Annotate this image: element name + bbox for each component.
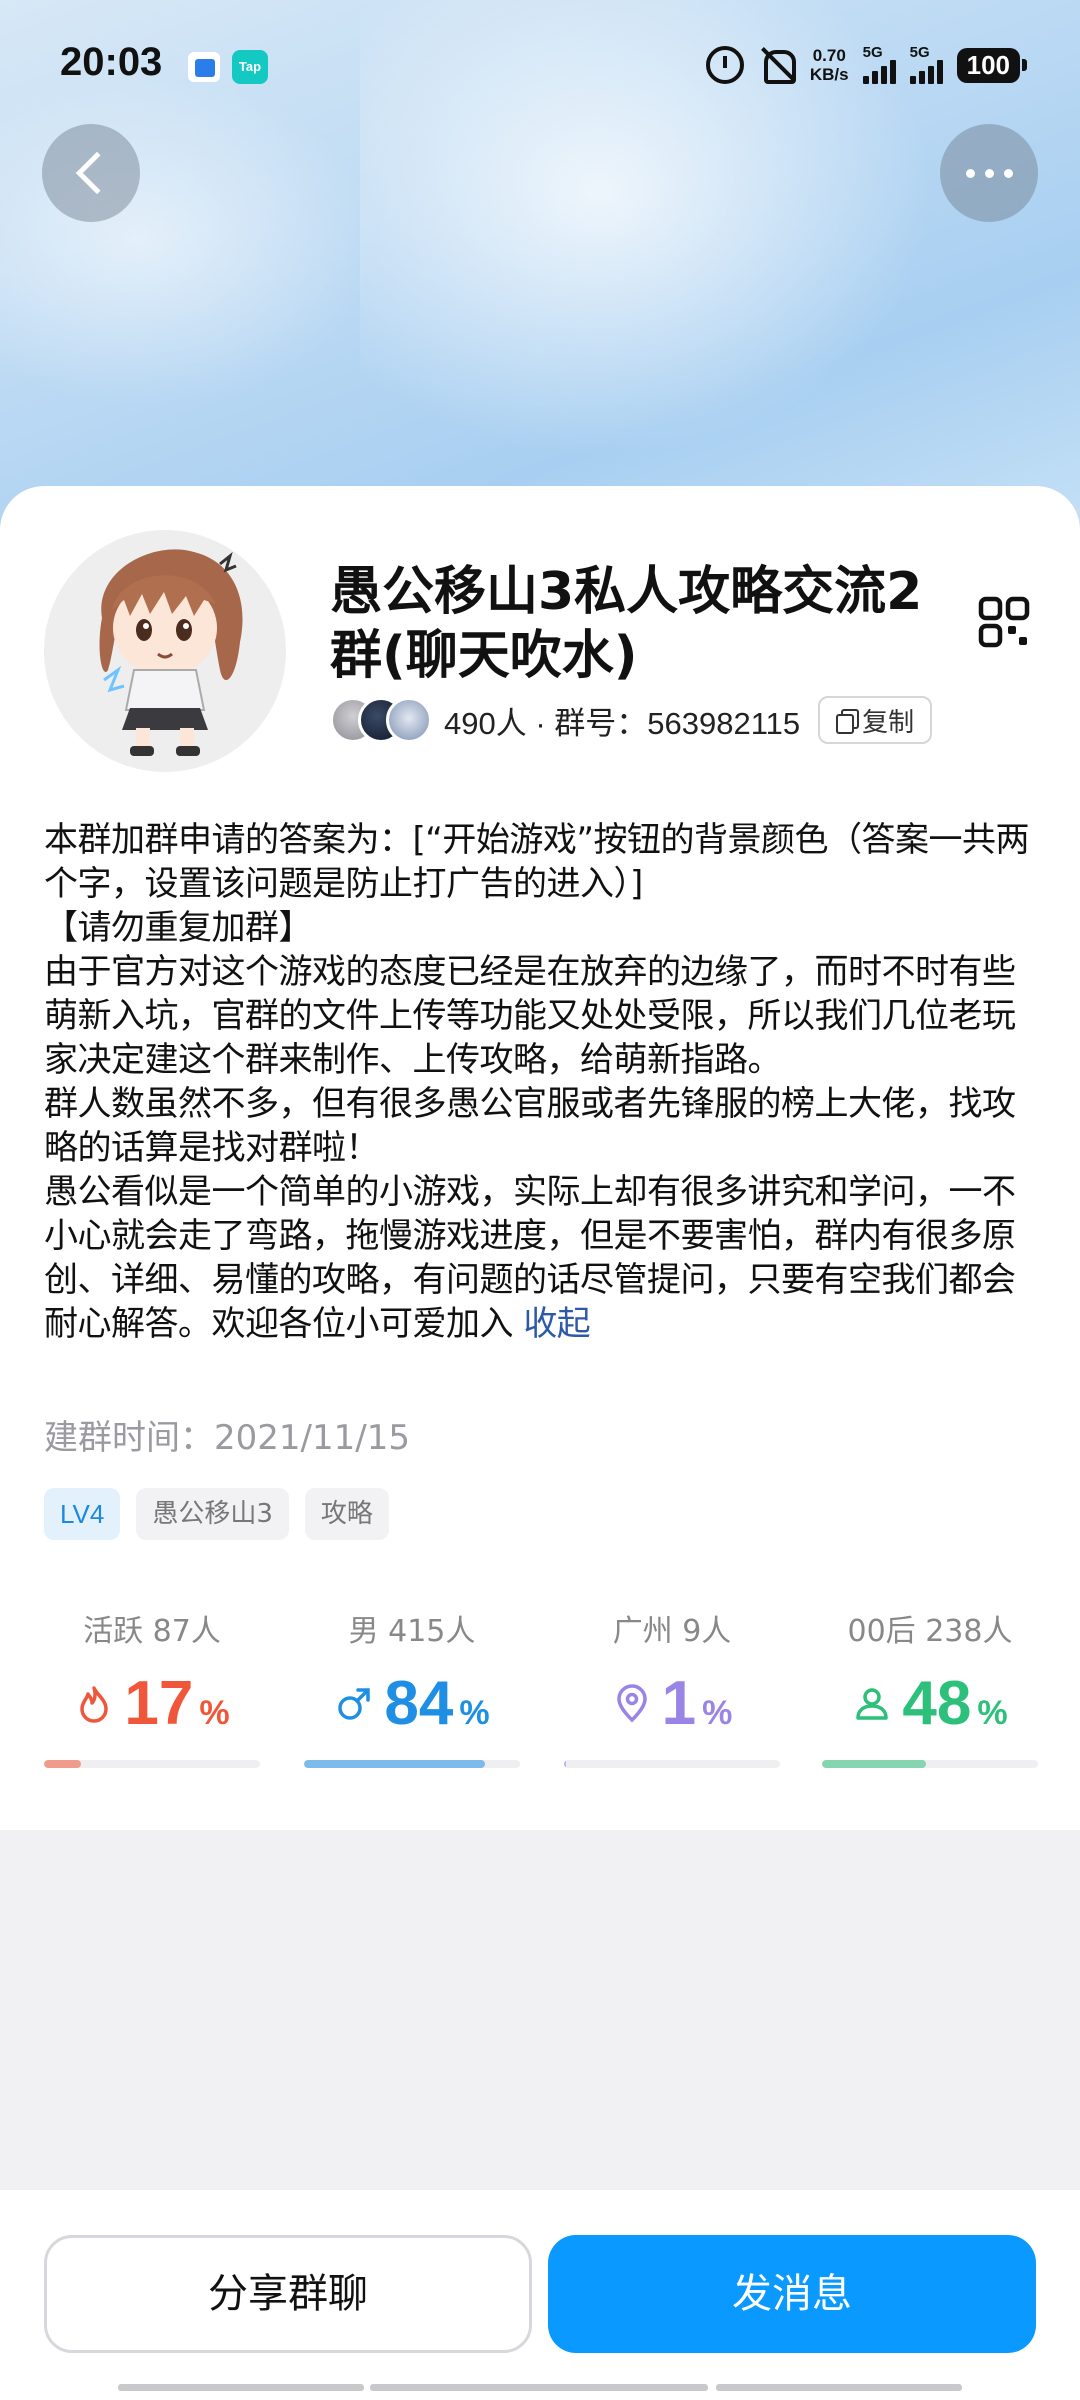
- collapse-link[interactable]: 收起: [523, 1304, 591, 1344]
- member-info-row: 490人 · 群号：563982115 复制: [330, 694, 933, 746]
- stat-unit: %: [702, 1694, 733, 1732]
- stat-label: 广州 9人: [612, 1614, 732, 1649]
- stat-active: 活跃 87人 17 %: [44, 1606, 260, 1768]
- copy-group-id-button[interactable]: 复制: [818, 696, 933, 744]
- group-introduction: 本群加群申请的答案为：[“开始游戏”按钮的背景颜色（答案一共两个字，设置该问题是…: [44, 818, 1042, 1346]
- game-tag[interactable]: 愚公移山3: [136, 1488, 289, 1540]
- copy-icon: [836, 709, 860, 734]
- stat-gender: 男 415人 84 %: [304, 1606, 520, 1768]
- bell-muted-icon: [758, 46, 796, 84]
- stat-value: 48: [902, 1669, 972, 1738]
- stat-location: 广州 9人 1 %: [564, 1606, 780, 1768]
- stat-label: 活跃 87人: [83, 1614, 221, 1649]
- stat-unit: %: [977, 1694, 1008, 1732]
- qr-code-icon[interactable]: [978, 596, 1030, 648]
- more-options-button[interactable]: [940, 124, 1038, 222]
- gesture-bar: [370, 2384, 708, 2391]
- intro-paragraph: 本群加群申请的答案为：[“开始游戏”按钮的背景颜色（答案一共两个字，设置该问题是…: [44, 820, 1030, 904]
- stat-label: 00后 238人: [847, 1614, 1013, 1649]
- status-time: 20:03: [60, 40, 163, 84]
- category-tag[interactable]: 攻略: [304, 1488, 389, 1540]
- network-speed: 0.70 KB/s: [809, 46, 849, 84]
- signal-strength-icon-2: 5G: [909, 44, 943, 84]
- intro-paragraph-last: 愚公看似是一个简单的小游戏，实际上却有很多讲究和学问，一不小心就会走了弯路，拖慢…: [44, 1172, 1016, 1344]
- member-avatar: [386, 697, 432, 743]
- stat-progress-bar: [822, 1760, 1038, 1768]
- stat-value: 17: [124, 1669, 194, 1738]
- taptap-notification-icon: Tap: [232, 50, 268, 84]
- status-bar: 20:03 Tap 0.70 KB/s 5G 5G 100: [0, 0, 1080, 130]
- bottom-action-bar: 分享群聊 发消息: [0, 2190, 1080, 2400]
- signal-strength-icon: 5G: [862, 44, 896, 84]
- group-tags: LV4 愚公移山3 攻略: [44, 1488, 389, 1540]
- stat-unit: %: [459, 1694, 490, 1732]
- creation-date: 建群时间：2021/11/15: [44, 1418, 410, 1458]
- share-group-button[interactable]: 分享群聊: [44, 2235, 532, 2353]
- chevron-left-icon: [75, 151, 119, 195]
- male-icon: [334, 1684, 374, 1724]
- stat-age: 00后 238人 48 %: [822, 1606, 1038, 1768]
- location-pin-icon: [612, 1684, 652, 1724]
- notification-app-icon: [186, 50, 222, 84]
- gesture-bar: [716, 2384, 962, 2391]
- stat-label: 男 415人: [348, 1614, 476, 1649]
- stat-progress-bar: [304, 1760, 520, 1768]
- battery-indicator: 100: [956, 47, 1028, 83]
- stat-progress-bar: [564, 1760, 780, 1768]
- more-dots-icon: [965, 168, 1013, 178]
- flame-icon: [74, 1684, 114, 1724]
- gesture-bar: [118, 2384, 364, 2391]
- member-stats: 活跃 87人 17 % 男 415人 84 % 广州 9人 1 % 00后 23…: [0, 1606, 1080, 1806]
- group-name-title: 愚公移山3私人攻略交流2群(聊天吹水): [330, 562, 923, 686]
- intro-paragraph: 【请勿重复加群】: [44, 908, 313, 948]
- intro-paragraph: 由于官方对这个游戏的态度已经是在放弃的边缘了，而时不时有些萌新入坑，官群的文件上…: [44, 952, 1016, 1080]
- member-count-and-group-id: 490人 · 群号：563982115: [444, 705, 801, 741]
- stat-value: 1: [661, 1669, 697, 1738]
- stat-unit: %: [199, 1694, 230, 1732]
- send-message-button[interactable]: 发消息: [548, 2235, 1036, 2353]
- stat-progress-bar: [44, 1760, 260, 1768]
- level-tag: LV4: [44, 1488, 121, 1540]
- back-button[interactable]: [42, 124, 140, 222]
- member-avatars[interactable]: [330, 697, 436, 743]
- alarm-icon: [705, 46, 744, 84]
- stat-value: 84: [384, 1669, 454, 1738]
- person-icon: [852, 1684, 892, 1724]
- group-avatar[interactable]: [44, 530, 286, 772]
- intro-paragraph: 群人数虽然不多，但有很多愚公官服或者先锋服的榜上大佬，找攻略的话算是找对群啦！: [44, 1084, 1016, 1168]
- group-profile-card: 愚公移山3私人攻略交流2群(聊天吹水) 490人 · 群号：563982115 …: [0, 486, 1080, 1830]
